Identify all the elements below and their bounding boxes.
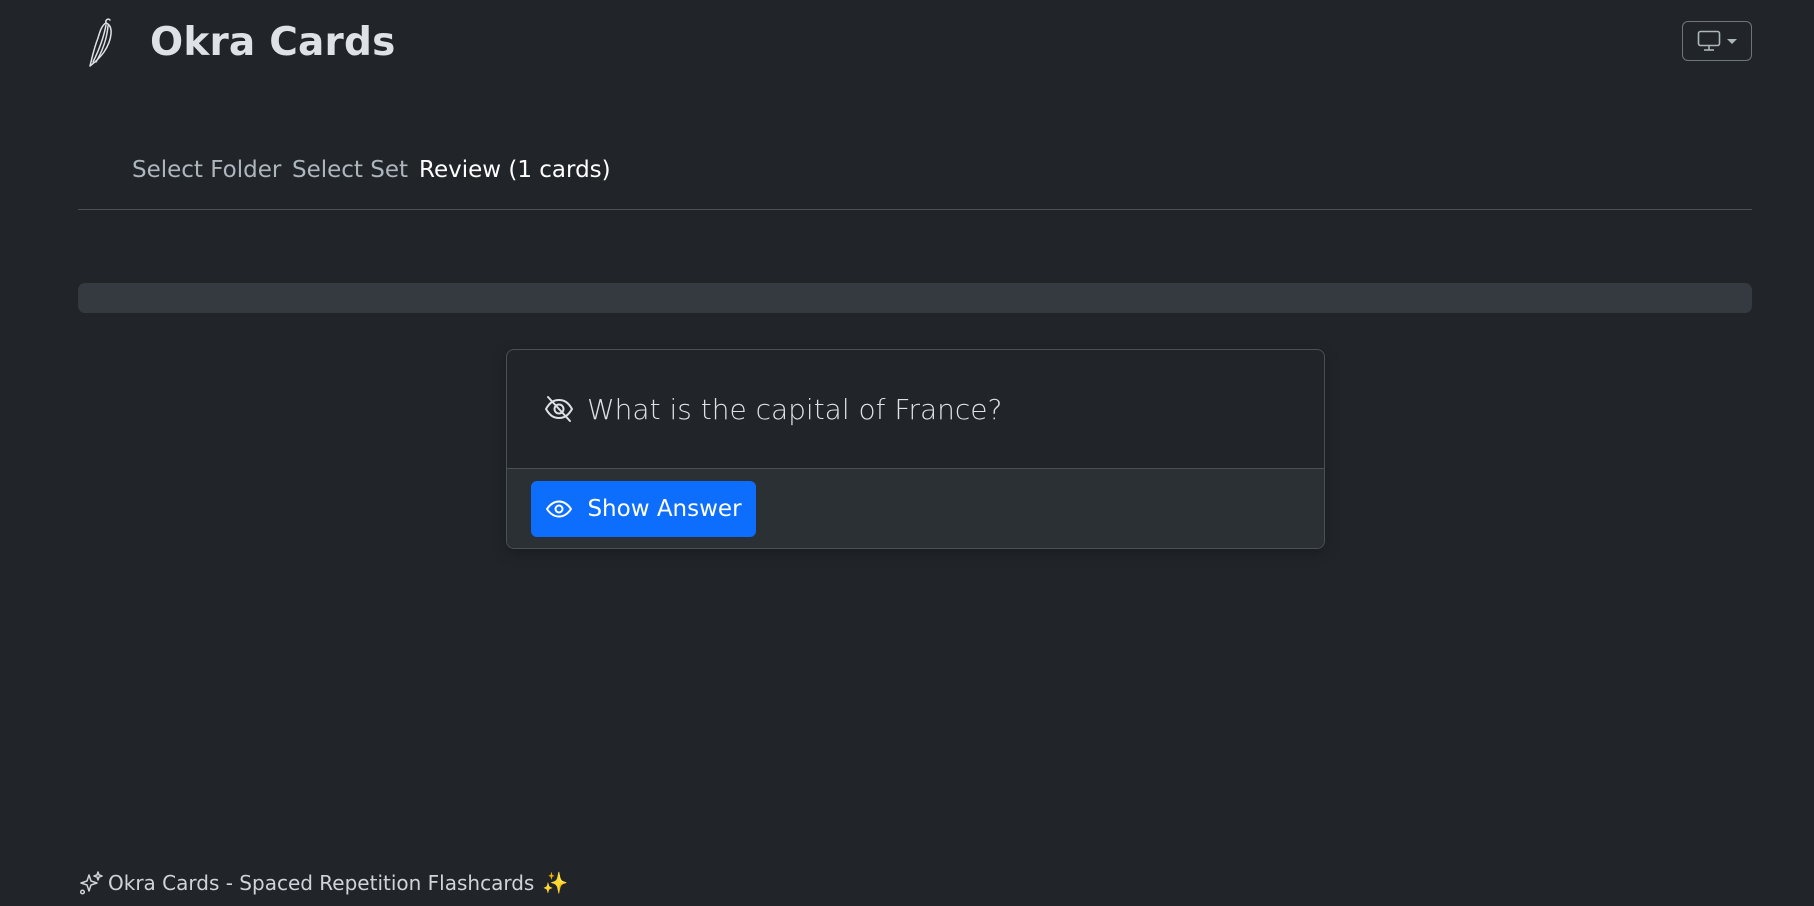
flashcard-footer: Show Answer (507, 468, 1324, 548)
sparkles-emoji: ✨ (542, 870, 569, 895)
okra-pepper-icon (84, 16, 120, 68)
tab-review[interactable]: Review (1 cards) (419, 148, 611, 192)
review-progress-bar (78, 283, 1752, 313)
flashcard-body: What is the capital of France? (507, 350, 1324, 468)
tab-select-set[interactable]: Select Set (292, 148, 408, 192)
stars-icon (78, 870, 104, 896)
chevron-down-icon (1727, 38, 1737, 44)
eye-icon (545, 495, 573, 523)
show-answer-label: Show Answer (587, 496, 742, 522)
page-footer: Okra Cards - Spaced Repetition Flashcard… (78, 868, 568, 898)
nav-tabs: Select Folder Select Set Review (1 cards… (78, 148, 1752, 210)
footer-text: Okra Cards - Spaced Repetition Flashcard… (108, 871, 535, 895)
page: Okra Cards Select Folder Select Set Revi… (0, 0, 1814, 906)
tab-select-folder[interactable]: Select Folder (132, 148, 281, 192)
flashcard-question: What is the capital of France? (587, 392, 1003, 426)
eye-slash-icon (543, 393, 575, 425)
flashcard: What is the capital of France? Show Answ… (506, 349, 1325, 549)
show-answer-button[interactable]: Show Answer (531, 481, 756, 537)
theme-toggle-button[interactable] (1682, 21, 1752, 61)
app-title: Okra Cards (150, 20, 396, 65)
monitor-icon (1697, 30, 1721, 52)
